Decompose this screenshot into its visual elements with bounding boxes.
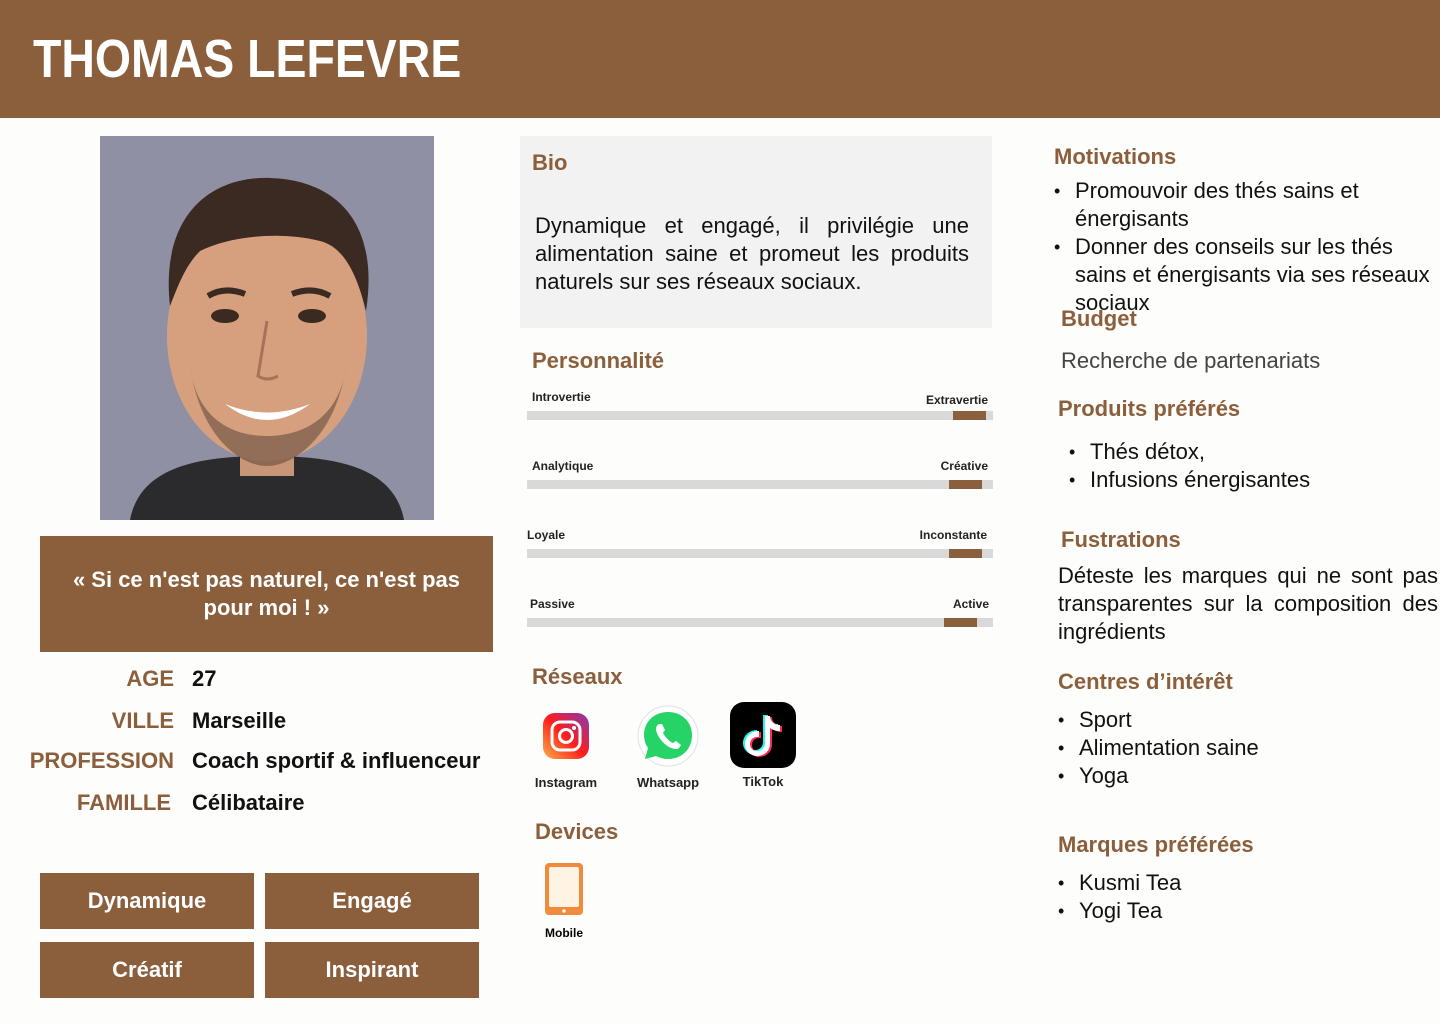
trait-tag: Créatif xyxy=(40,942,254,998)
whatsapp-icon xyxy=(635,703,701,769)
fact-value: 27 xyxy=(192,666,217,691)
list-item: Thés détox, xyxy=(1069,438,1429,466)
slider-right-label: Créative xyxy=(940,459,988,473)
network-label: TikTok xyxy=(742,774,784,789)
frustrations-title: Fustrations xyxy=(1061,527,1181,552)
products-list: Thés détox, Infusions énergisantes xyxy=(1069,438,1429,494)
budget-title: Budget xyxy=(1061,306,1137,331)
device-label: Mobile xyxy=(545,926,583,940)
network-label: Instagram xyxy=(534,775,598,790)
network-instagram[interactable]: Instagram xyxy=(533,703,599,790)
interests-list: Sport Alimentation saine Yoga xyxy=(1058,706,1418,790)
slider-track xyxy=(527,618,993,627)
slider-fill xyxy=(948,480,982,489)
network-tiktok[interactable]: TikTok xyxy=(730,702,796,789)
slider-right-label: Extravertie xyxy=(925,393,988,407)
persona-name: THOMAS LEFEVRE xyxy=(33,29,462,89)
list-item: Yogi Tea xyxy=(1058,897,1418,925)
fact-value: Coach sportif & influenceur xyxy=(192,748,481,773)
fact-family: FAMILLE Célibataire xyxy=(40,790,500,826)
personality-title: Personnalité xyxy=(532,348,665,373)
list-item: Promouvoir des thés sains et énergisants xyxy=(1054,177,1440,233)
slider-fill xyxy=(943,618,977,627)
device-mobile: Mobile xyxy=(536,862,592,940)
slider-fill xyxy=(953,411,987,420)
bio-text: Dynamique et engagé, il privilégie une a… xyxy=(535,213,969,294)
personality-slider: Loyale Inconstante xyxy=(527,528,993,568)
list-item: Alimentation saine xyxy=(1058,734,1418,762)
slider-left-label: Loyale xyxy=(527,528,566,542)
slider-right-label: Inconstante xyxy=(919,528,987,542)
slider-track xyxy=(527,549,993,558)
personality-slider: Introvertie Extravertie xyxy=(527,390,993,430)
fact-city: VILLE Marseille xyxy=(40,708,500,744)
slider-left-label: Introvertie xyxy=(532,390,591,404)
list-item: Donner des conseils sur les thés sains e… xyxy=(1054,233,1440,317)
portrait-photo xyxy=(100,136,434,520)
slider-left-label: Passive xyxy=(530,597,575,611)
persona-quote: « Si ce n'est pas naturel, ce n'est pas … xyxy=(40,536,493,652)
fact-label: PROFESSION xyxy=(29,748,174,773)
trait-tag: Inspirant xyxy=(265,942,479,998)
tiktok-icon xyxy=(730,702,796,768)
personality-slider: Analytique Créative xyxy=(527,459,993,499)
fact-profession: PROFESSION Coach sportif & influenceur xyxy=(30,748,500,784)
slider-fill xyxy=(948,549,982,558)
brands-list: Kusmi Tea Yogi Tea xyxy=(1058,869,1418,925)
network-whatsapp[interactable]: Whatsapp xyxy=(635,703,701,790)
tablet-icon xyxy=(544,862,584,916)
trait-tag: Engagé xyxy=(265,873,479,929)
fact-label: AGE xyxy=(126,666,174,691)
list-item: Sport xyxy=(1058,706,1418,734)
devices-title: Devices xyxy=(535,819,619,844)
motivations-title: Motivations xyxy=(1054,144,1177,169)
fact-label: FAMILLE xyxy=(76,790,171,815)
interests-title: Centres d’intérêt xyxy=(1058,669,1233,694)
frustrations-text: Déteste les marques qui ne sont pas tran… xyxy=(1058,563,1438,644)
list-item: Infusions énergisantes xyxy=(1069,466,1429,494)
fact-value: Marseille xyxy=(192,708,287,733)
bio-card: Bio Dynamique et engagé, il privilégie u… xyxy=(520,136,992,328)
fact-label: VILLE xyxy=(111,708,174,733)
budget-text: Recherche de partenariats xyxy=(1061,348,1321,373)
networks-title: Réseaux xyxy=(532,664,623,689)
slider-track xyxy=(527,411,993,420)
list-item: Kusmi Tea xyxy=(1058,869,1418,897)
header-banner: THOMAS LEFEVRE xyxy=(0,0,1440,118)
fact-value: Célibataire xyxy=(192,790,305,815)
products-title: Produits préférés xyxy=(1058,396,1241,421)
bio-title: Bio xyxy=(532,150,568,175)
trait-tag: Dynamique xyxy=(40,873,254,929)
fact-age: AGE 27 xyxy=(40,666,500,702)
personality-slider: Passive Active xyxy=(527,597,993,637)
list-item: Yoga xyxy=(1058,762,1418,790)
slider-track xyxy=(527,480,993,489)
slider-right-label: Active xyxy=(952,597,989,611)
brands-title: Marques préférées xyxy=(1058,832,1254,857)
motivations-list: Promouvoir des thés sains et énergisants… xyxy=(1054,177,1440,317)
portrait-illustration xyxy=(100,136,434,520)
slider-left-label: Analytique xyxy=(532,459,594,473)
instagram-icon xyxy=(533,703,599,769)
network-label: Whatsapp xyxy=(636,775,700,790)
